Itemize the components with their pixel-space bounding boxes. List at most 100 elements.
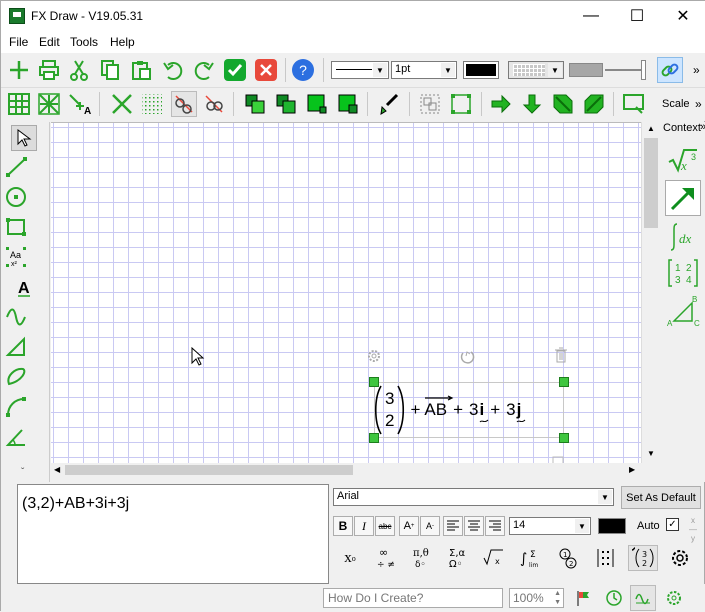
rotate-handle-icon[interactable]	[459, 348, 475, 367]
settings-gear-icon[interactable]	[366, 348, 382, 367]
resize-handle-br[interactable]	[559, 433, 569, 443]
more-tools-button[interactable]: ˇ	[21, 467, 24, 478]
matrix-tool[interactable]: 1234	[666, 256, 700, 290]
equation-editor[interactable]: (3,2)+AB+3i+3j	[17, 484, 329, 584]
scale-label[interactable]: Scale	[662, 98, 690, 110]
calculus-template-button[interactable]: ∫ Σlim	[516, 545, 546, 571]
align-center-button[interactable]	[464, 516, 484, 536]
slide-show-button[interactable]	[621, 91, 647, 117]
bring-forward-button[interactable]	[273, 91, 299, 117]
paste-button[interactable]	[128, 57, 154, 83]
increase-font-button[interactable]: A +	[399, 516, 419, 536]
scroll-down-arrow-icon[interactable]: ▼	[647, 449, 655, 458]
new-button[interactable]	[6, 57, 32, 83]
matrix-template-button[interactable]	[591, 545, 621, 571]
auto-checkbox[interactable]: ✓	[666, 518, 679, 531]
equation-text[interactable]: (3,2)+AB+3i+3j	[22, 495, 129, 513]
font-size-dropdown[interactable]: 14 ▼	[509, 517, 591, 535]
geometry-tool[interactable]: A B C	[666, 294, 700, 328]
menu-edit[interactable]: Edit	[39, 35, 60, 49]
line-style-dropdown[interactable]: ▼	[331, 61, 389, 79]
zoom-spinner-icon[interactable]: ▲ ▼	[554, 589, 561, 607]
text-color-button[interactable]	[598, 518, 626, 534]
redo-button[interactable]	[191, 57, 217, 83]
resize-handle-tr[interactable]	[559, 377, 569, 387]
snap-points-button[interactable]	[171, 91, 197, 117]
iso-grid-button[interactable]	[36, 91, 62, 117]
cut-button[interactable]	[66, 57, 92, 83]
menu-tools[interactable]: Tools	[70, 35, 98, 49]
fraction-template-button[interactable]: 12	[554, 545, 584, 571]
superscript-template-button[interactable]: xo	[335, 545, 365, 571]
equation-tool[interactable]: x3	[666, 144, 700, 176]
circle-tool[interactable]	[5, 184, 31, 210]
format-painter-button[interactable]	[376, 91, 402, 117]
trash-icon[interactable]	[554, 347, 568, 366]
send-backward-button[interactable]	[304, 91, 330, 117]
angle-tool[interactable]	[5, 424, 31, 450]
panel-overflow-button[interactable]: »	[700, 121, 705, 133]
polygon-tool[interactable]	[5, 334, 31, 360]
line-tool[interactable]	[5, 154, 31, 180]
infinity-template-button[interactable]: ∞ ÷ ≠	[371, 545, 401, 571]
grid-toggle-button[interactable]	[6, 91, 32, 117]
close-button[interactable]: ✕	[660, 1, 705, 31]
add-label-button[interactable]: A	[67, 91, 93, 117]
font-dropdown[interactable]: Arial ▼	[333, 488, 614, 506]
toolbar-overflow-button[interactable]: »	[693, 63, 700, 77]
decrease-font-button[interactable]: A-	[420, 516, 440, 536]
horizontal-scroll-thumb[interactable]	[65, 465, 353, 475]
freeform-tool[interactable]	[5, 364, 31, 390]
align-right-button[interactable]	[485, 516, 505, 536]
fill-pattern-dropdown[interactable]: ▼	[508, 61, 564, 79]
calculus-tool[interactable]: dx	[666, 220, 700, 254]
delete-button[interactable]	[109, 91, 135, 117]
graph-mode-button[interactable]	[630, 585, 656, 611]
bring-front-button[interactable]	[242, 91, 268, 117]
flag-button[interactable]	[571, 585, 597, 611]
rotate-left-button[interactable]	[581, 91, 607, 117]
undo-button[interactable]	[160, 57, 186, 83]
curve-tool[interactable]	[5, 304, 31, 330]
transparency-slider-track[interactable]	[605, 69, 641, 71]
greek-template-button[interactable]: π,θ δ◦	[407, 545, 437, 571]
how-do-i-search-input[interactable]: How Do I Create?	[323, 588, 503, 608]
select-tool[interactable]	[11, 125, 37, 151]
help-button[interactable]: ?	[290, 57, 316, 83]
arc-tool[interactable]	[5, 394, 31, 420]
fraction-button[interactable]: x — y	[684, 516, 702, 543]
bold-button[interactable]: B	[333, 516, 353, 536]
text-tool[interactable]: A	[11, 274, 37, 300]
vertical-scrollbar[interactable]: ▲ ▼	[641, 122, 660, 463]
line-color-button[interactable]	[463, 61, 499, 79]
group-button[interactable]	[417, 91, 443, 117]
italic-button[interactable]: I	[354, 516, 374, 536]
scroll-left-arrow-icon[interactable]: ◀	[54, 465, 60, 474]
rotate-right-button[interactable]	[550, 91, 576, 117]
scroll-up-arrow-icon[interactable]: ▲	[647, 124, 655, 133]
horizontal-scrollbar[interactable]: ◀ ▶	[51, 463, 641, 477]
history-button[interactable]	[601, 585, 627, 611]
minimize-button[interactable]: —	[568, 1, 614, 31]
rectangle-tool[interactable]	[5, 214, 31, 240]
scroll-right-arrow-icon[interactable]: ▶	[629, 465, 635, 474]
symbols-template-button[interactable]: Σ,α Ω◦	[442, 545, 472, 571]
set-as-default-button[interactable]: Set As Default	[621, 486, 701, 509]
zoom-field[interactable]: 100% ▲ ▼	[509, 588, 564, 608]
transparency-slider-thumb[interactable]	[641, 60, 646, 80]
maximize-button[interactable]: ☐	[614, 1, 660, 31]
align-left-button[interactable]	[443, 516, 463, 536]
vector-template-button[interactable]: 32	[628, 545, 658, 571]
drawing-canvas[interactable]: 3 2 + AB + 3 i + 3 j	[51, 122, 641, 466]
preferences-button[interactable]	[661, 585, 687, 611]
cancel-button[interactable]	[253, 57, 279, 83]
flip-vertical-button[interactable]	[519, 91, 545, 117]
print-button[interactable]	[36, 57, 62, 83]
vertical-scroll-thumb[interactable]	[644, 138, 658, 228]
settings-button[interactable]	[665, 545, 695, 571]
vector-tool[interactable]	[665, 180, 701, 216]
link-toggle-button[interactable]	[657, 57, 683, 83]
flip-horizontal-button[interactable]	[488, 91, 514, 117]
snap-grid-button[interactable]	[139, 91, 165, 117]
snap-objects-button[interactable]	[201, 91, 227, 117]
